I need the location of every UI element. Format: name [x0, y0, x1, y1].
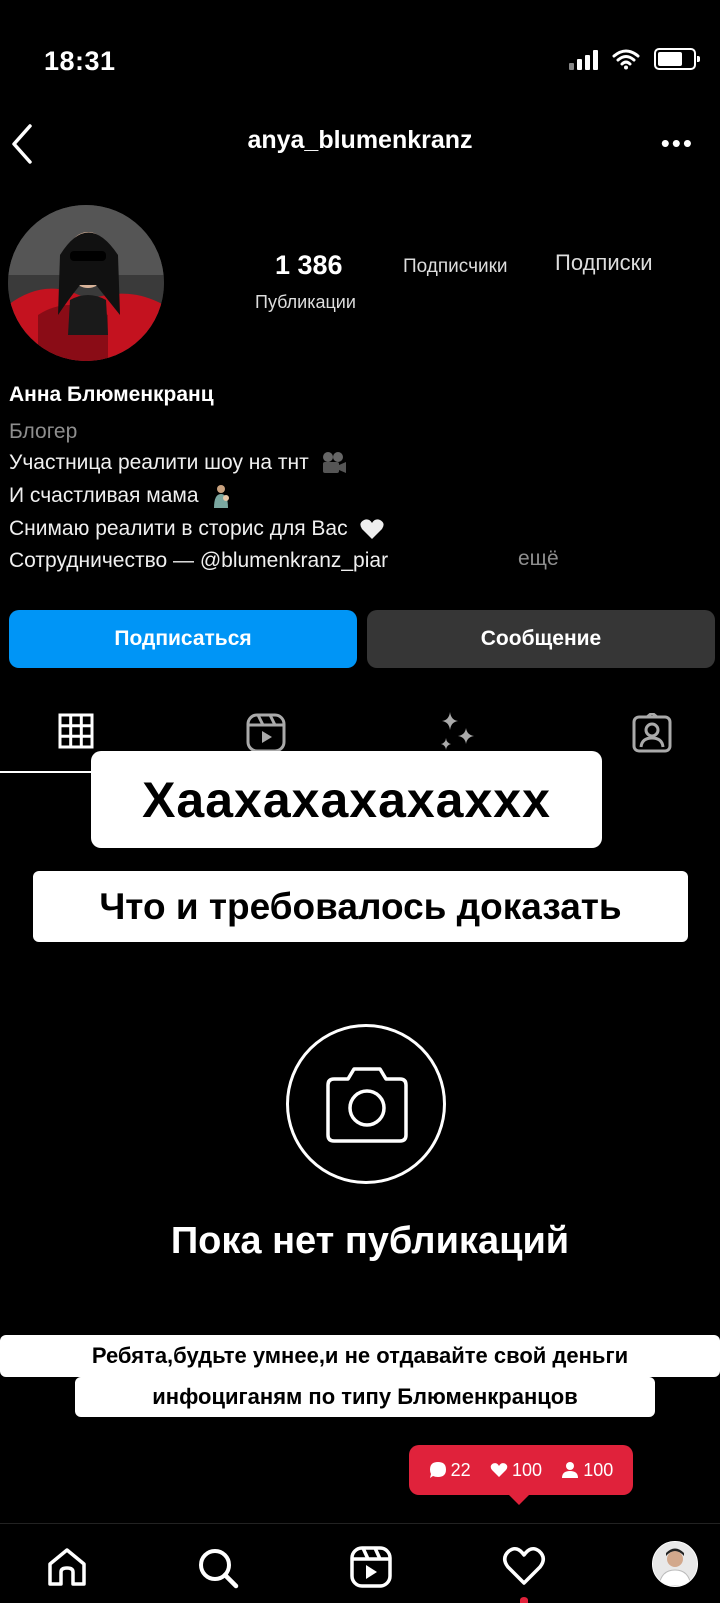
- overlay-caption: Что и требовалось доказать: [33, 871, 688, 942]
- camera-icon: [326, 1067, 408, 1143]
- home-icon[interactable]: [46, 1546, 88, 1588]
- white-heart-icon: [360, 519, 385, 540]
- profile-nav-avatar[interactable]: [652, 1541, 698, 1587]
- comments-count: 22: [450, 1459, 471, 1480]
- overlay-caption: Хаахахахахаххх: [91, 751, 602, 848]
- wifi-icon: [612, 49, 640, 70]
- message-button[interactable]: Сообщение: [367, 610, 715, 668]
- status-icons: [569, 48, 700, 70]
- bio-link[interactable]: Сотрудничество — @blumenkranz_piar: [9, 549, 388, 573]
- battery-icon: [654, 48, 700, 70]
- tagged-tab-icon[interactable]: [632, 713, 672, 753]
- comments-indicator: 22: [429, 1460, 471, 1481]
- posts-count[interactable]: 1 386: [275, 250, 343, 281]
- activity-notification[interactable]: 22 100 100: [409, 1445, 633, 1505]
- profile-username: anya_blumenkranz: [247, 126, 473, 154]
- follow-button[interactable]: Подписаться: [9, 610, 357, 668]
- follows-count: 100: [583, 1459, 614, 1480]
- following-label[interactable]: Подписки: [555, 250, 653, 276]
- heart-icon: [490, 1463, 508, 1477]
- posts-label: Публикации: [255, 292, 356, 312]
- person-icon: [562, 1462, 579, 1478]
- profile-name: Анна Блюменкранц: [9, 383, 214, 406]
- profile-avatar[interactable]: [8, 205, 164, 361]
- bio-text: Участница реалити шоу на тнт: [9, 451, 309, 474]
- more-options-icon[interactable]: •••: [661, 128, 694, 159]
- movie-camera-icon: [322, 452, 346, 474]
- overlay-caption: инфоциганям по типу Блюменкранцов: [75, 1377, 655, 1417]
- overlay-caption: Ребята,будьте умнее,и не отдавайте свой …: [0, 1335, 720, 1377]
- bio-line: Снимаю реалити в сторис для Вас: [9, 517, 385, 541]
- likes-count: 100: [511, 1459, 542, 1480]
- activity-dot: [520, 1597, 528, 1603]
- status-time: 18:31: [44, 46, 116, 76]
- bio-more-link[interactable]: ещё: [518, 547, 559, 571]
- effects-tab-icon[interactable]: [434, 708, 480, 754]
- bio-line: И счастливая мама: [9, 484, 236, 509]
- grid-icon[interactable]: [58, 713, 94, 749]
- reels-tab-icon[interactable]: [246, 713, 286, 753]
- search-icon[interactable]: [196, 1546, 240, 1590]
- comment-icon: [429, 1462, 446, 1478]
- activity-heart-icon[interactable]: [502, 1546, 546, 1586]
- profile-category: Блогер: [9, 420, 78, 443]
- empty-state-title: Пока нет публикаций: [170, 1220, 570, 1262]
- bio-line: Участница реалити шоу на тнт: [9, 451, 347, 475]
- reels-icon[interactable]: [350, 1546, 392, 1588]
- follows-indicator: 100: [561, 1460, 613, 1481]
- likes-indicator: 100: [490, 1460, 542, 1481]
- followers-label[interactable]: Подписчики: [403, 256, 508, 278]
- signal-icon: [569, 48, 598, 70]
- bio-text: Снимаю реалити в сторис для Вас: [9, 517, 348, 540]
- bio-text: И счастливая мама: [9, 484, 199, 507]
- mother-baby-icon: [214, 485, 230, 509]
